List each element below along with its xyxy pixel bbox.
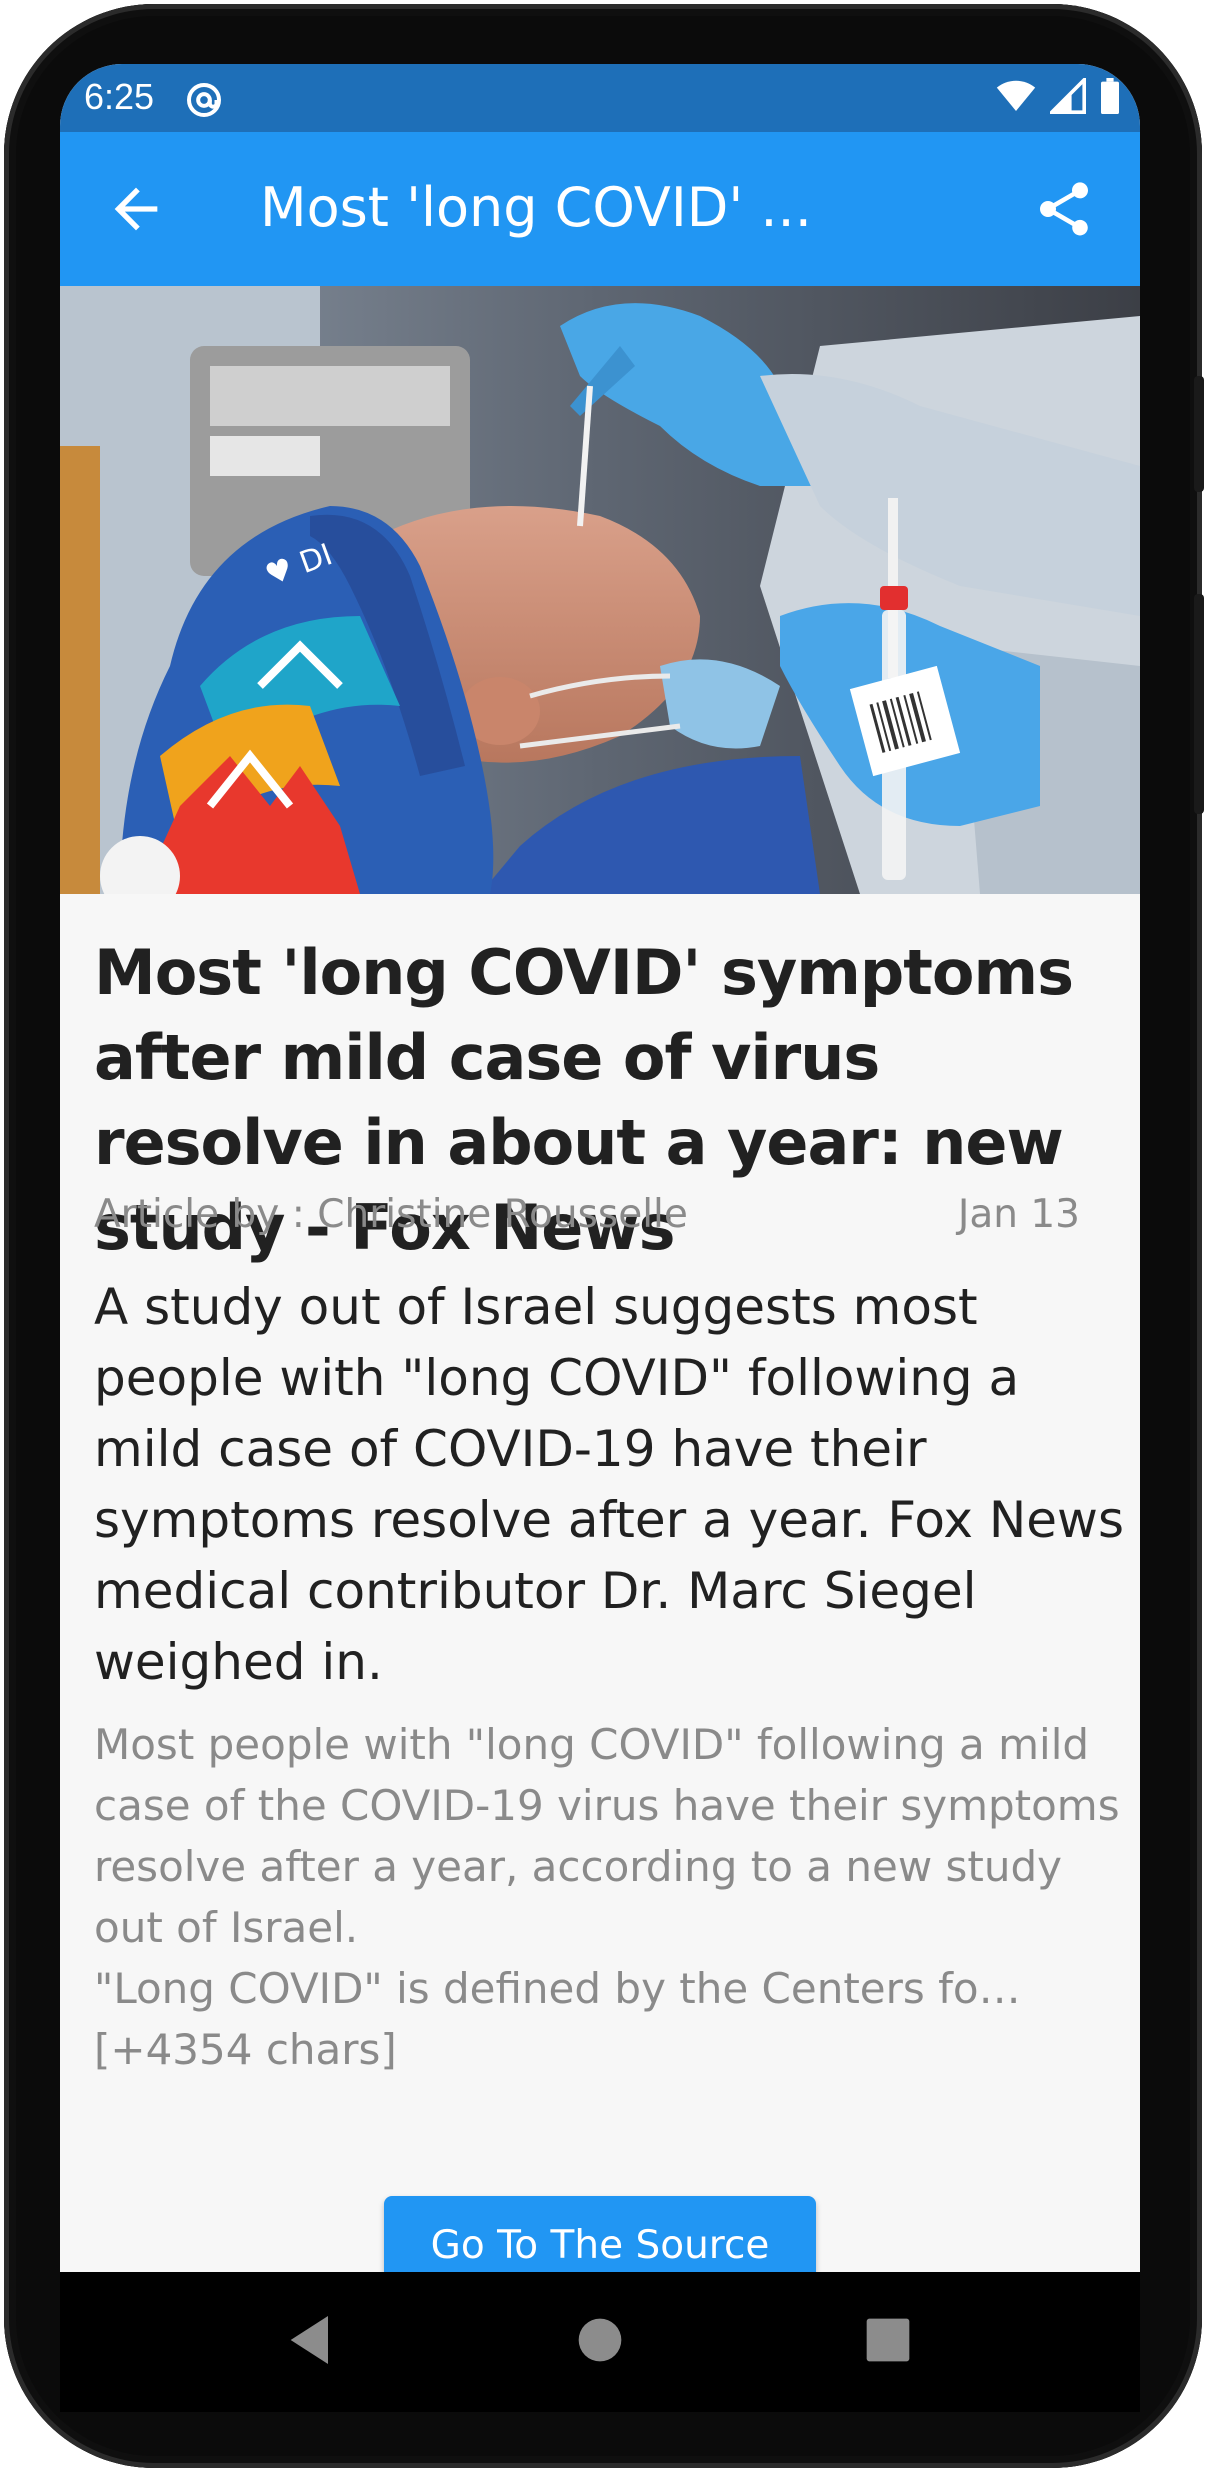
signal-icon [1047, 75, 1086, 118]
news-photo: ♥ DI [60, 286, 1140, 894]
share-button[interactable] [1032, 177, 1096, 241]
go-to-source-button[interactable]: Go To The Source [384, 2196, 816, 2272]
battery-icon [1100, 78, 1120, 118]
screen: 6:25 Most 'long COVID' ... ♥ DI Most 'lo… [60, 64, 1140, 2272]
status-bar: 6:25 [60, 64, 1140, 132]
arrow-back-icon [114, 187, 158, 231]
article-body: Most people with "long COVID" following … [94, 1720, 1120, 2074]
article-content: Most 'long COVID' symptoms after mild ca… [60, 894, 1140, 2272]
status-time: 6:25 [84, 76, 155, 117]
at-sign-icon [184, 80, 224, 124]
article-description: A study out of Israel suggests most peop… [94, 1278, 1125, 1691]
app-bar: Most 'long COVID' ... [60, 132, 1140, 286]
nav-home-button[interactable] [568, 2308, 632, 2372]
nav-recents-button[interactable] [856, 2308, 920, 2372]
article-image: ♥ DI [60, 286, 1140, 894]
article-byline: Article by : Christine Rousselle [94, 1192, 688, 1237]
status-icons [996, 75, 1120, 118]
nav-back-button[interactable] [280, 2308, 344, 2372]
recents-square-icon [866, 2318, 910, 2362]
navigation-bar [60, 2272, 1140, 2412]
article-date: Jan 13 [957, 1192, 1080, 1237]
back-button[interactable] [104, 177, 168, 241]
power-button [1194, 376, 1204, 492]
app-bar-title: Most 'long COVID' ... [260, 176, 812, 239]
volume-button [1194, 594, 1204, 814]
back-triangle-icon [290, 2316, 328, 2364]
home-circle-icon [578, 2318, 622, 2362]
wifi-icon [996, 78, 1036, 118]
share-icon [1040, 182, 1088, 236]
